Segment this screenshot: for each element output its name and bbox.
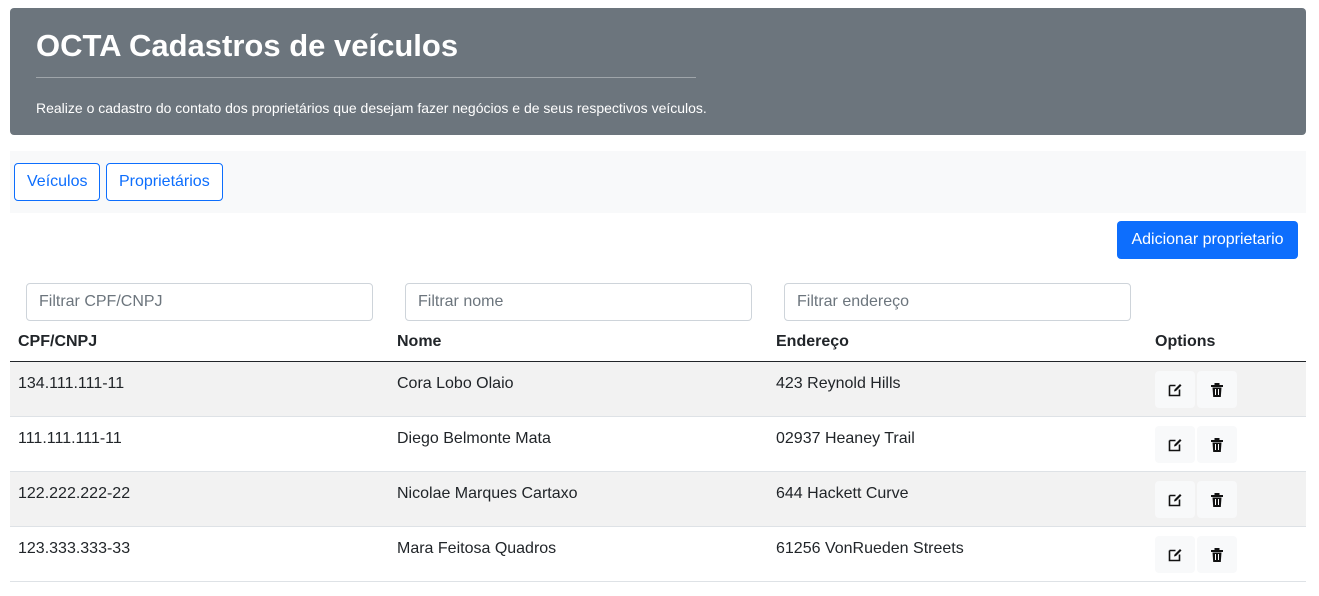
delete-button[interactable] bbox=[1197, 481, 1237, 518]
page-header: OCTA Cadastros de veículos Realize o cad… bbox=[10, 8, 1306, 135]
column-header-cpf: CPF/CNPJ bbox=[18, 333, 98, 350]
cell-name: Cora Lobo Olaio bbox=[397, 375, 514, 392]
cell-address: 644 Hackett Curve bbox=[776, 485, 909, 502]
nav-owners-button[interactable]: Proprietários bbox=[106, 163, 223, 201]
table-row: 122.222.222-22 Nicolae Marques Cartaxo 6… bbox=[10, 472, 1306, 527]
cell-address: 61256 VonRueden Streets bbox=[776, 540, 964, 557]
edit-icon bbox=[1168, 548, 1182, 561]
column-header-options: Options bbox=[1155, 333, 1216, 350]
delete-button[interactable] bbox=[1197, 371, 1237, 408]
edit-button[interactable] bbox=[1155, 536, 1195, 573]
cell-cpf: 134.111.111-11 bbox=[18, 375, 125, 392]
table-row: 111.111.111-11 Diego Belmonte Mata 02937… bbox=[10, 417, 1306, 472]
edit-button[interactable] bbox=[1155, 371, 1195, 408]
delete-button[interactable] bbox=[1197, 536, 1237, 573]
page-subtitle: Realize o cadastro do contato dos propri… bbox=[36, 100, 707, 116]
edit-icon bbox=[1168, 493, 1182, 506]
table-row: 134.111.111-11 Cora Lobo Olaio 423 Reyno… bbox=[10, 362, 1306, 417]
trash-icon bbox=[1211, 437, 1223, 452]
page-title: OCTA Cadastros de veículos bbox=[36, 28, 459, 63]
cell-name: Nicolae Marques Cartaxo bbox=[397, 485, 578, 502]
nav-vehicles-button[interactable]: Veículos bbox=[14, 163, 101, 201]
edit-icon bbox=[1168, 438, 1182, 451]
trash-icon bbox=[1211, 547, 1223, 562]
cell-name: Mara Feitosa Quadros bbox=[397, 540, 557, 557]
delete-button[interactable] bbox=[1197, 426, 1237, 463]
edit-icon bbox=[1168, 383, 1182, 396]
edit-button[interactable] bbox=[1155, 426, 1195, 463]
trash-icon bbox=[1211, 382, 1223, 397]
cell-address: 02937 Heaney Trail bbox=[776, 430, 915, 447]
header-divider bbox=[36, 77, 696, 78]
cell-cpf: 111.111.111-11 bbox=[18, 430, 122, 447]
table-row: 123.333.333-33 Mara Feitosa Quadros 6125… bbox=[10, 527, 1306, 582]
filter-address-input[interactable] bbox=[784, 283, 1131, 321]
cell-cpf: 122.222.222-22 bbox=[18, 485, 131, 502]
cell-cpf: 123.333.333-33 bbox=[18, 540, 131, 557]
filter-cpf-input[interactable] bbox=[26, 283, 373, 321]
cell-address: 423 Reynold Hills bbox=[776, 375, 901, 392]
add-owner-button[interactable]: Adicionar proprietario bbox=[1117, 221, 1298, 259]
column-header-address: Endereço bbox=[776, 333, 849, 350]
filter-name-input[interactable] bbox=[405, 283, 752, 321]
trash-icon bbox=[1211, 492, 1223, 507]
cell-name: Diego Belmonte Mata bbox=[397, 430, 551, 447]
navbar: Veículos Proprietários bbox=[10, 151, 1306, 213]
edit-button[interactable] bbox=[1155, 481, 1195, 518]
column-header-name: Nome bbox=[397, 333, 442, 350]
